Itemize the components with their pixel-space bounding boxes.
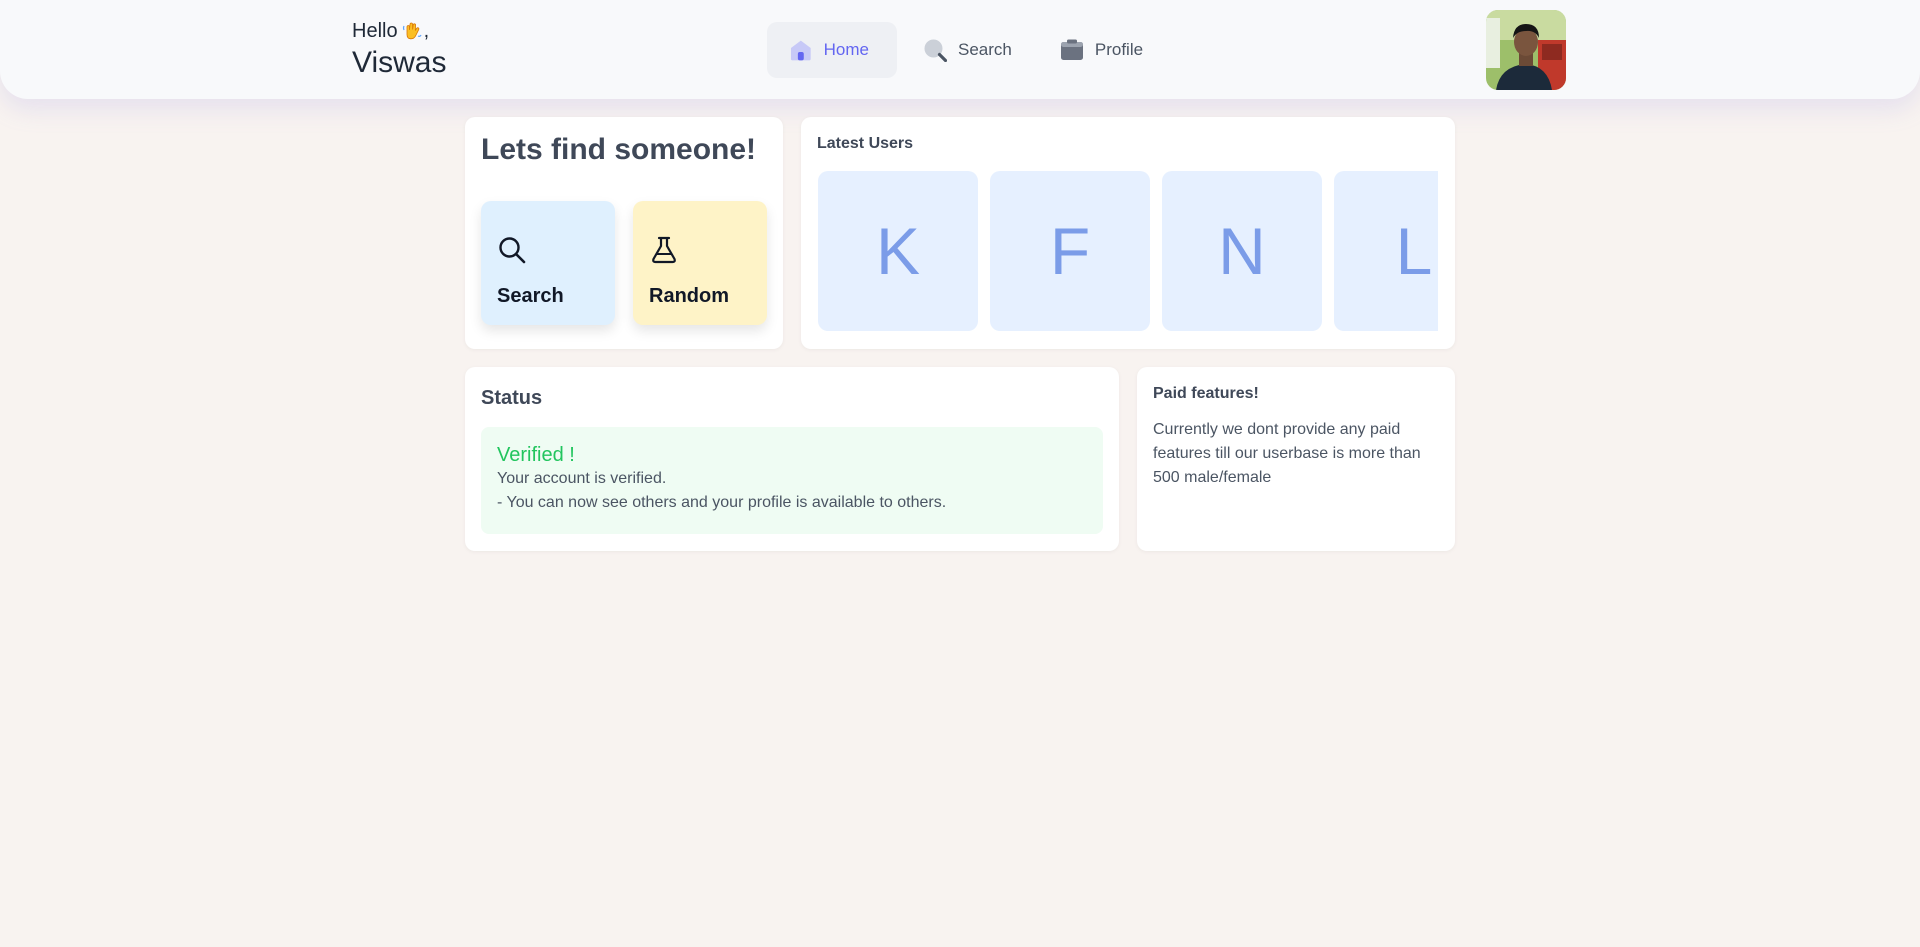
avatar-photo bbox=[1486, 10, 1566, 90]
nav-profile[interactable]: Profile bbox=[1040, 22, 1171, 78]
user-avatar[interactable] bbox=[1486, 10, 1566, 90]
paid-features-title: Paid features! bbox=[1153, 385, 1259, 402]
user-card[interactable]: N bbox=[1162, 171, 1322, 331]
hello-line: Hello , bbox=[352, 19, 446, 43]
status-card: Status Verified ! Your account is verifi… bbox=[465, 367, 1119, 551]
greeting: Hello , Viswas bbox=[352, 19, 446, 81]
nav-home[interactable]: Home bbox=[767, 22, 897, 78]
user-card[interactable]: K bbox=[818, 171, 978, 331]
username: Viswas bbox=[352, 46, 447, 79]
magnifier-icon bbox=[499, 237, 526, 264]
greeting-comma: , bbox=[423, 20, 430, 42]
search-tile-button[interactable]: Search bbox=[481, 201, 615, 325]
verified-detail: - You can now see others and your profil… bbox=[497, 494, 947, 511]
paid-features-text: Currently we dont provide any paid featu… bbox=[1153, 421, 1421, 486]
verified-title: Verified ! bbox=[497, 444, 575, 466]
nav-home-label: Home bbox=[823, 40, 869, 59]
nav-search-label: Search bbox=[958, 40, 1012, 59]
verified-alert: Verified ! Your account is verified. - Y… bbox=[481, 427, 1103, 534]
search-tile-label: Search bbox=[497, 285, 564, 307]
random-tile-label: Random bbox=[649, 285, 729, 307]
paid-features-card: Paid features! Currently we dont provide… bbox=[1137, 367, 1455, 551]
verified-message: Your account is verified. bbox=[497, 470, 667, 487]
search-icon bbox=[924, 39, 947, 62]
hello-text: Hello bbox=[352, 20, 398, 42]
nav-search[interactable]: Search bbox=[899, 22, 1040, 78]
find-someone-card: Lets find someone! Search Random bbox=[465, 117, 783, 349]
latest-users-carousel[interactable]: K F N L bbox=[818, 171, 1438, 331]
top-header: Hello , Viswas Home Search Profile bbox=[0, 0, 1920, 99]
waving-hand-icon bbox=[401, 20, 423, 42]
user-card[interactable]: L bbox=[1334, 171, 1438, 331]
status-title: Status bbox=[481, 387, 543, 409]
flask-icon bbox=[652, 236, 676, 264]
profile-icon bbox=[1060, 39, 1083, 60]
find-title: Lets find someone! bbox=[481, 133, 757, 166]
nav-profile-label: Profile bbox=[1094, 40, 1144, 59]
home-icon bbox=[790, 40, 811, 61]
user-card[interactable]: F bbox=[990, 171, 1150, 331]
main-nav: Home Search Profile bbox=[767, 22, 1171, 78]
latest-users-title: Latest Users bbox=[817, 135, 914, 152]
random-tile-button[interactable]: Random bbox=[633, 201, 767, 325]
latest-users-card: Latest Users K F N L bbox=[801, 117, 1455, 349]
